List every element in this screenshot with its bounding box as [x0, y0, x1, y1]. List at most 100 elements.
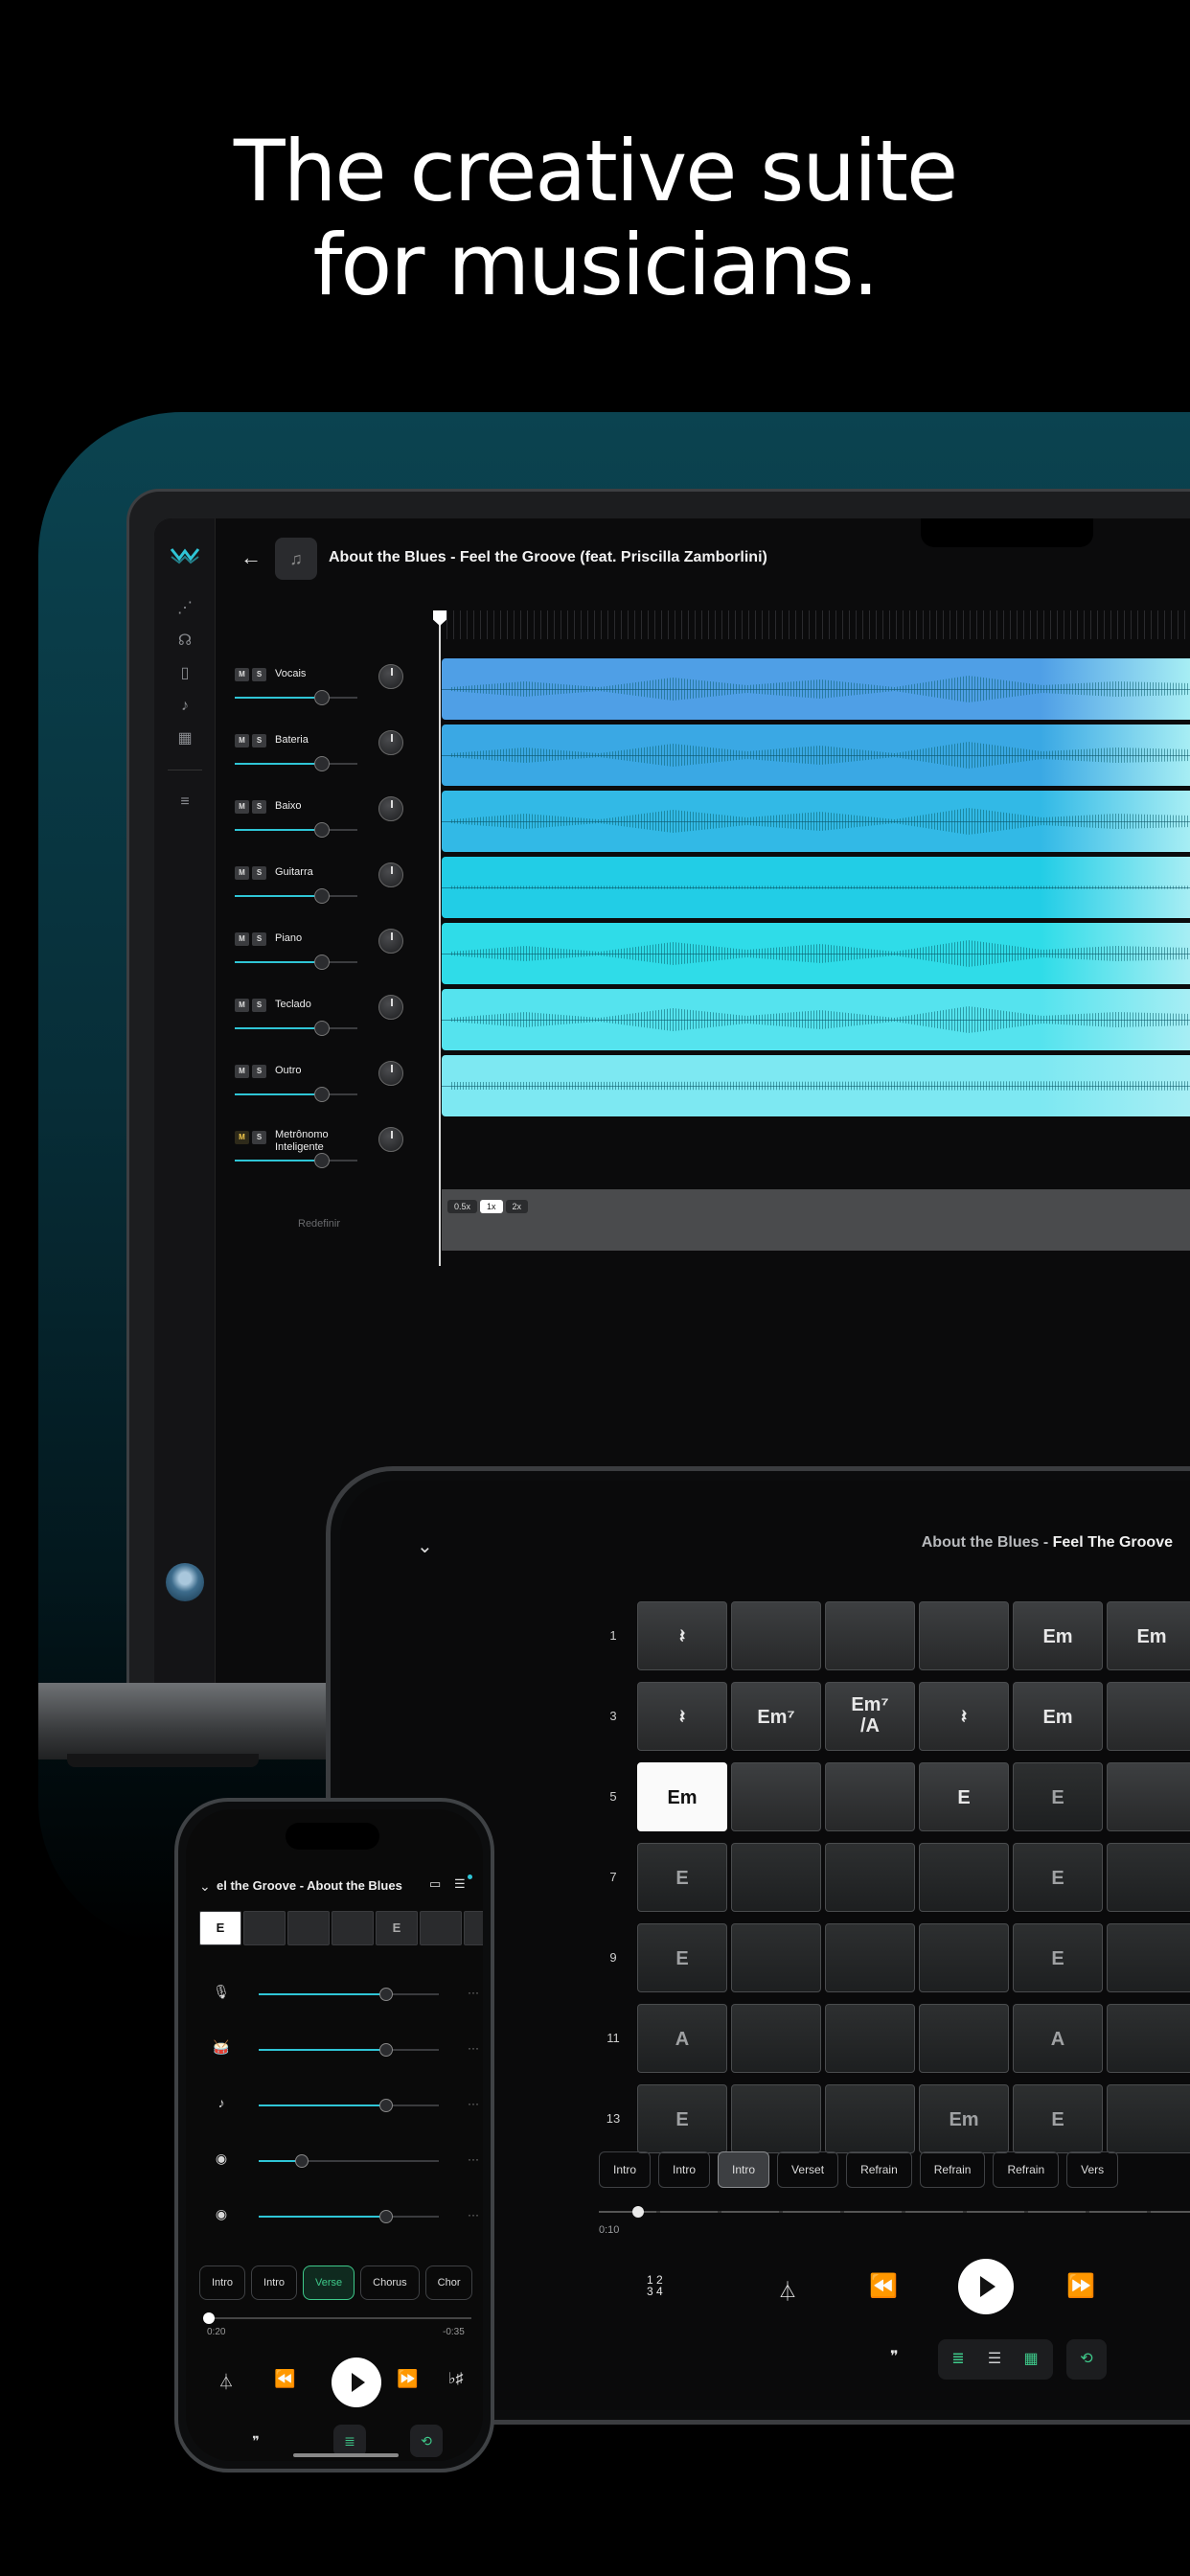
chord-cell[interactable]: E: [637, 1843, 727, 1912]
chord-cell[interactable]: A: [637, 2004, 727, 2073]
chord-cell[interactable]: Em: [1013, 1682, 1103, 1751]
chord-cell[interactable]: [825, 2084, 915, 2153]
chord-cell[interactable]: 𝄽: [637, 1601, 727, 1670]
pan-knob[interactable]: [378, 730, 403, 755]
chord-cell[interactable]: [731, 1762, 821, 1831]
app-logo-icon[interactable]: [170, 545, 200, 564]
chord-cell[interactable]: [825, 1601, 915, 1670]
transpose-icon[interactable]: ♭♯: [448, 2369, 464, 2388]
progress-knob[interactable]: [632, 2206, 645, 2218]
time-signature-button[interactable]: 1 2 3 4: [647, 2274, 663, 2297]
chord-cell[interactable]: [825, 1923, 915, 1992]
playhead[interactable]: [439, 614, 441, 1266]
chord-cell[interactable]: Em⁷: [731, 1682, 821, 1751]
volume-slider[interactable]: [259, 2210, 439, 2223]
avatar[interactable]: [166, 1563, 204, 1601]
audio-lane[interactable]: [442, 989, 1190, 1050]
guitar-icon[interactable]: ♪: [175, 697, 195, 716]
volume-knob[interactable]: [379, 2210, 394, 2223]
solo-button[interactable]: S: [252, 1065, 266, 1078]
chevron-down-icon[interactable]: ⌄: [199, 1878, 211, 1895]
chord-cell[interactable]: Em: [919, 2084, 1009, 2153]
chord-cell[interactable]: [1107, 1762, 1190, 1831]
section-chip[interactable]: Refrain: [993, 2151, 1060, 2188]
volume-knob[interactable]: [379, 2043, 394, 2057]
volume-knob[interactable]: [313, 1153, 330, 1168]
phone-progress-bar[interactable]: [203, 2312, 471, 2324]
solo-button[interactable]: S: [252, 866, 266, 880]
chord-cell[interactable]: E: [1013, 1923, 1103, 1992]
chord-cell[interactable]: A: [1013, 2004, 1103, 2073]
volume-knob[interactable]: [313, 756, 330, 771]
metronome-lane[interactable]: [442, 1189, 1190, 1251]
audio-lane[interactable]: [442, 658, 1190, 720]
pan-knob[interactable]: [378, 862, 403, 887]
section-chip[interactable]: Intro: [251, 2266, 298, 2300]
loop-icon[interactable]: ⟲: [410, 2425, 443, 2457]
grid-icon[interactable]: ▦: [175, 729, 195, 748]
lyrics-icon[interactable]: ❞: [240, 2425, 272, 2457]
lines-view-icon[interactable]: ☰: [984, 2349, 1005, 2370]
chord-cell[interactable]: 𝄽: [637, 1682, 727, 1751]
pan-knob[interactable]: [378, 664, 403, 689]
audio-lane[interactable]: [442, 1055, 1190, 1116]
chord-cell[interactable]: Em: [1107, 1601, 1190, 1670]
grid-view-icon[interactable]: ▦: [1020, 2349, 1041, 2370]
volume-knob[interactable]: [313, 1087, 330, 1102]
chord-cell[interactable]: [731, 2004, 821, 2073]
volume-knob[interactable]: [313, 822, 330, 838]
section-chip[interactable]: Chorus: [360, 2266, 420, 2300]
chord-cell[interactable]: E: [1013, 2084, 1103, 2153]
chord-cell[interactable]: [1107, 1923, 1190, 1992]
document-icon[interactable]: ▯: [175, 664, 195, 683]
volume-knob[interactable]: [295, 2154, 309, 2168]
volume-slider[interactable]: [235, 954, 357, 970]
chord-cell[interactable]: [332, 1911, 374, 1945]
chord-cell[interactable]: [919, 1601, 1009, 1670]
fast-forward-icon[interactable]: ⏩: [1066, 2272, 1095, 2300]
timeline-ruler[interactable]: [440, 610, 1190, 639]
mute-button[interactable]: M: [235, 1065, 249, 1078]
play-button[interactable]: [958, 2259, 1014, 2314]
volume-knob[interactable]: [313, 954, 330, 970]
chord-cell[interactable]: [731, 1843, 821, 1912]
solo-button[interactable]: S: [252, 1131, 266, 1144]
chord-cell[interactable]: [1107, 1843, 1190, 1912]
speed-option[interactable]: 0.5x: [447, 1200, 478, 1213]
more-icon[interactable]: ···: [468, 2208, 479, 2221]
section-chip[interactable]: Verse: [303, 2266, 355, 2300]
video-icon[interactable]: ▭: [429, 1876, 441, 1892]
solo-button[interactable]: S: [252, 999, 266, 1012]
volume-knob[interactable]: [313, 888, 330, 904]
pan-knob[interactable]: [378, 1061, 403, 1086]
mute-button[interactable]: M: [235, 866, 249, 880]
chord-cell[interactable]: [731, 1601, 821, 1670]
volume-slider[interactable]: [235, 690, 357, 705]
playlist-icon[interactable]: ≡: [175, 793, 195, 812]
volume-slider[interactable]: [235, 888, 357, 904]
chord-cell[interactable]: Em: [637, 1762, 727, 1831]
volume-knob[interactable]: [379, 1988, 394, 2001]
chevron-down-icon[interactable]: ⌄: [417, 1534, 433, 1558]
fast-forward-icon[interactable]: ⏩: [397, 2369, 418, 2389]
share-icon[interactable]: ⋰: [175, 599, 195, 618]
more-icon[interactable]: ···: [468, 2097, 479, 2110]
chord-cell[interactable]: [919, 1923, 1009, 1992]
chord-cell[interactable]: E: [637, 1923, 727, 1992]
mute-button[interactable]: M: [235, 1131, 249, 1144]
section-chip[interactable]: Intro: [658, 2151, 711, 2188]
solo-button[interactable]: S: [252, 668, 266, 681]
speaker-person-icon[interactable]: ☊: [175, 632, 195, 651]
pan-knob[interactable]: [378, 929, 403, 954]
volume-slider[interactable]: [259, 2154, 439, 2168]
phone-play-button[interactable]: [332, 2358, 381, 2407]
audio-lane[interactable]: [442, 857, 1190, 918]
volume-slider[interactable]: [235, 1153, 357, 1168]
solo-button[interactable]: S: [252, 932, 266, 946]
rewind-icon[interactable]: ⏪: [274, 2369, 295, 2389]
chord-view-icon[interactable]: ≣: [333, 2425, 366, 2457]
chord-cell[interactable]: [1107, 2084, 1190, 2153]
volume-slider[interactable]: [235, 756, 357, 771]
phone-progress-knob[interactable]: [203, 2312, 215, 2324]
solo-button[interactable]: S: [252, 800, 266, 814]
